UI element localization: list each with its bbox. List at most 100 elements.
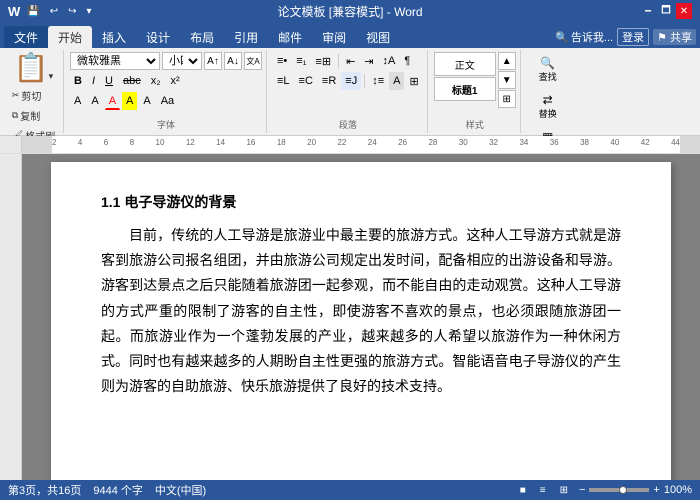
ribbon-content: 📋 ▾ ✂ 剪切 ⧉ 复制 🖌 [0, 48, 700, 136]
copy-icon: ⧉ [12, 110, 18, 121]
app-window: W 💾 ↩ ↪ ▾ 论文模板 [兼容模式] - Word 🗕 🗖 ✕ 文件 开始… [0, 0, 700, 500]
copy-button[interactable]: ⧉ 复制 [9, 106, 58, 125]
styles-label: 样式 [466, 116, 484, 131]
word-icon: W [8, 4, 20, 19]
font-size-select[interactable]: 小四 [162, 52, 202, 70]
subscript-button[interactable]: x₂ [147, 72, 165, 90]
cut-button[interactable]: ✂ 剪切 [9, 86, 58, 105]
zoom-thumb [619, 486, 627, 494]
find-button[interactable]: 🔍 查找 [533, 52, 563, 87]
ruler-side [0, 136, 22, 153]
ruler-main: 2468101214161820222426283032343638404244 [22, 136, 700, 153]
numbered-list-button[interactable]: ≡₁ [292, 52, 310, 70]
align-row: ≡L ≡C ≡R ≡J ↕≡ A ⊞ [273, 72, 423, 90]
tab-design[interactable]: 设计 [136, 26, 180, 48]
bullets-button[interactable]: ≡• [273, 52, 291, 70]
font-format-row: B I U abc x₂ x² [70, 72, 262, 90]
qa-redo[interactable]: ↪ [65, 5, 79, 18]
styles-group: 正文 标题1 ▲ ▼ ⊞ 样式 [430, 50, 521, 133]
styles-content: 正文 标题1 ▲ ▼ ⊞ [434, 52, 516, 116]
qa-dropdown[interactable]: ▾ [84, 5, 95, 18]
clipboard-group: 📋 ▾ ✂ 剪切 ⧉ 复制 🖌 [4, 50, 64, 133]
styles-list: 正文 标题1 [434, 52, 496, 101]
justify-button[interactable]: ≡J [341, 72, 361, 90]
paragraph-label: 段落 [339, 116, 357, 131]
strikethrough-button[interactable]: abc [119, 72, 145, 90]
zoom-slider[interactable] [589, 488, 649, 492]
styles-arrows: ▲ ▼ ⊞ [498, 52, 516, 108]
show-marks-button[interactable]: ¶ [400, 52, 414, 70]
superscript-button[interactable]: x² [167, 72, 184, 90]
font-size-decrease[interactable]: A↓ [224, 52, 242, 70]
editing-group: 🔍 查找 ⇄ 替换 ▦ 选择 编辑 [523, 50, 573, 133]
replace-label: 替换 [539, 107, 557, 120]
align-left-button[interactable]: ≡L [273, 72, 294, 90]
tab-file[interactable]: 文件 [4, 26, 48, 48]
styles-expand[interactable]: ⊞ [498, 90, 516, 108]
ruler-margin-left [22, 136, 52, 153]
style-normal[interactable]: 正文 [434, 52, 496, 76]
tab-mailings[interactable]: 邮件 [268, 26, 312, 48]
view-print-button[interactable]: ■ [517, 484, 529, 497]
qa-undo[interactable]: ↩ [47, 5, 61, 18]
view-web-button[interactable]: ⊞ [557, 484, 571, 497]
maximize-button[interactable]: 🗖 [658, 3, 674, 19]
font-color2-button[interactable]: A [139, 92, 154, 110]
font-controls: 微软雅黑 小四 A↑ A↓ 文A B I U abc x₂ x² [70, 52, 262, 116]
tab-references[interactable]: 引用 [224, 26, 268, 48]
page-info: 第3页，共16页 [8, 482, 81, 498]
line-spacing-button[interactable]: ↕≡ [368, 72, 388, 90]
change-case-button[interactable]: Aa [157, 92, 178, 110]
decrease-indent-button[interactable]: ⇤ [342, 52, 359, 70]
tab-review[interactable]: 审阅 [312, 26, 356, 48]
align-center-button[interactable]: ≡C [295, 72, 317, 90]
tell-me-search[interactable]: 🔍告诉我... [555, 29, 613, 45]
close-button[interactable]: ✕ [676, 3, 692, 19]
multilevel-list-button[interactable]: ≡⊞ [311, 52, 335, 70]
highlight-button[interactable]: A [122, 92, 137, 110]
view-read-button[interactable]: ≡ [537, 484, 549, 497]
tab-home[interactable]: 开始 [48, 26, 92, 48]
increase-indent-button[interactable]: ⇥ [360, 52, 377, 70]
text-effect-button[interactable]: A [70, 92, 85, 110]
font-color-button[interactable]: A [105, 92, 120, 110]
zoom-increase-button[interactable]: + [653, 484, 659, 496]
paste-button[interactable]: 📋 ▾ [11, 52, 56, 84]
replace-button[interactable]: ⇄ 替换 [533, 89, 563, 124]
share-button[interactable]: ⚑ 共享 [653, 29, 696, 45]
paste-arrow: ▾ [49, 71, 54, 82]
underline-button[interactable]: U [101, 72, 117, 90]
styles-scroll-down[interactable]: ▼ [498, 71, 516, 89]
border-button[interactable]: ⊞ [405, 72, 422, 90]
ruler-margin-right [680, 136, 700, 153]
word-count: 9444 个字 [93, 482, 143, 498]
shading-button[interactable]: A [389, 72, 404, 90]
zoom-level: 100% [664, 484, 692, 496]
font-group: 微软雅黑 小四 A↑ A↓ 文A B I U abc x₂ x² [66, 50, 267, 133]
tab-layout[interactable]: 布局 [180, 26, 224, 48]
styles-scroll-up[interactable]: ▲ [498, 52, 516, 70]
zoom-decrease-button[interactable]: − [579, 484, 585, 496]
doc-main: 1.1 电子导游仪的背景 目前，传统的人工导游是旅游业中最主要的旅游方式。这种人… [22, 154, 700, 480]
font-size-increase[interactable]: A↑ [204, 52, 222, 70]
sort-button[interactable]: ↕A [379, 52, 400, 70]
find-label: 查找 [539, 70, 557, 83]
para-divider2 [364, 74, 365, 88]
text-glow-button[interactable]: A [87, 92, 102, 110]
tab-view[interactable]: 视图 [356, 26, 400, 48]
tab-insert[interactable]: 插入 [92, 26, 136, 48]
qa-save[interactable]: 💾 [24, 5, 42, 18]
align-right-button[interactable]: ≡R [318, 72, 340, 90]
bold-button[interactable]: B [70, 72, 86, 90]
italic-button[interactable]: I [88, 72, 99, 90]
font-name-select[interactable]: 微软雅黑 [70, 52, 160, 70]
paragraph-group: ≡• ≡₁ ≡⊞ ⇤ ⇥ ↕A ¶ ≡L ≡C ≡R ≡J ↕≡ A [269, 50, 428, 133]
ribbon-tab-bar: 文件 开始 插入 设计 布局 引用 邮件 审阅 视图 🔍告诉我... 登录 ⚑ … [0, 22, 700, 48]
doc-paragraph-1[interactable]: 目前，传统的人工导游是旅游业中最主要的旅游方式。这种人工导游方式就是游客到旅游公… [101, 224, 621, 400]
minimize-button[interactable]: 🗕 [640, 3, 656, 19]
login-button[interactable]: 登录 [617, 28, 649, 46]
clear-format-button[interactable]: 文A [244, 52, 262, 70]
window-controls: 🗕 🗖 ✕ [640, 3, 692, 19]
style-heading1[interactable]: 标题1 [434, 77, 496, 101]
document-area: 1.1 电子导游仪的背景 目前，传统的人工导游是旅游业中最主要的旅游方式。这种人… [0, 154, 700, 480]
